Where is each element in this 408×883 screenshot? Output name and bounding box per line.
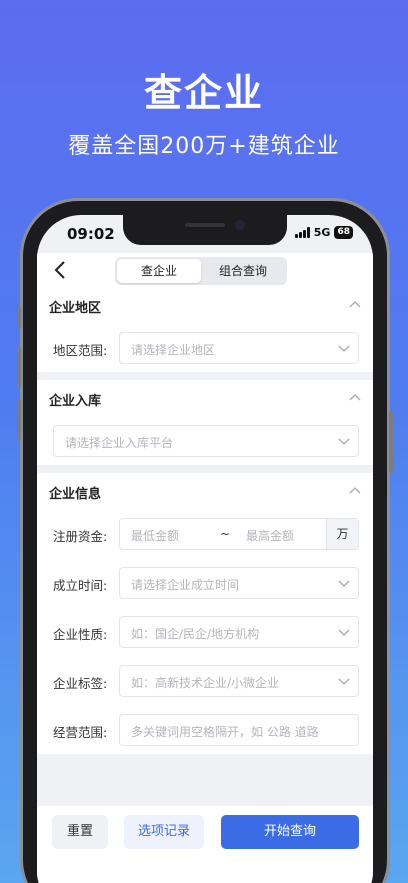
volume-down-button bbox=[17, 399, 21, 441]
section-storage: 企业入库 请选择企业入库平台 bbox=[37, 380, 373, 465]
company-nature-select[interactable]: 如：国企/民企/地方机构 bbox=[119, 616, 359, 648]
section-header[interactable]: 企业地区 bbox=[37, 287, 373, 323]
nature-row: 企业性质: 如：国企/民企/地方机构 bbox=[37, 607, 373, 656]
chevron-down-icon bbox=[338, 438, 350, 445]
placeholder: 如：高新技术企业/小微企业 bbox=[131, 676, 280, 690]
camera bbox=[235, 220, 245, 230]
tab-combined-query[interactable]: 组合查询 bbox=[201, 259, 285, 283]
status-time: 09:02 bbox=[67, 225, 115, 243]
founded-date-select[interactable]: 请选择企业成立时间 bbox=[119, 567, 359, 599]
company-tags-select[interactable]: 如：高新技术企业/小微企业 bbox=[119, 665, 359, 697]
network-type: 5G bbox=[313, 226, 331, 239]
founded-row: 成立时间: 请选择企业成立时间 bbox=[37, 558, 373, 607]
chevron-up-icon[interactable] bbox=[349, 485, 361, 495]
history-button[interactable]: 选项记录 bbox=[124, 815, 204, 849]
field-label: 经营范围: bbox=[53, 725, 108, 740]
range-separator: ~ bbox=[220, 527, 231, 541]
search-button[interactable]: 开始查询 bbox=[221, 815, 359, 849]
chevron-up-icon[interactable] bbox=[349, 299, 361, 309]
promo-title: 查企业 bbox=[143, 71, 264, 115]
region-row: 地区范围: 请选择企业地区 bbox=[37, 323, 373, 372]
section-title: 企业信息 bbox=[49, 487, 102, 502]
signal-icon bbox=[294, 227, 310, 238]
region-select[interactable]: 请选择企业地区 bbox=[119, 332, 359, 364]
field-label: 注册资金: bbox=[53, 529, 108, 544]
segmented-control: 查企业 组合查询 bbox=[115, 257, 287, 285]
filter-form: 企业地区 地区范围: 请选择企业地区 企业入库 请选择企业入库平台 企业信息 注… bbox=[37, 287, 373, 762]
field-label: 成立时间: bbox=[53, 578, 108, 593]
field-label: 企业标签: bbox=[53, 676, 108, 691]
section-title: 企业地区 bbox=[49, 301, 102, 316]
screen: 09:02 5G 68 查企业 组合查询 企业地区 地区范围: 请选择企业地区 … bbox=[37, 215, 373, 883]
chevron-down-icon bbox=[338, 580, 350, 587]
chevron-down-icon bbox=[338, 678, 350, 685]
action-bar: 重置 选项记录 开始查询 bbox=[37, 806, 373, 883]
volume-up-button bbox=[17, 346, 21, 388]
field-label: 企业性质: bbox=[53, 627, 108, 642]
section-info: 企业信息 注册资金: 最低金额 ~ 最高金额 万 成立时间: 请选择企业成立时间 bbox=[37, 473, 373, 754]
phone-frame: 09:02 5G 68 查企业 组合查询 企业地区 地区范围: 请选择企业地区 … bbox=[17, 198, 393, 883]
placeholder: 请选择企业地区 bbox=[131, 343, 216, 357]
nav-bar: 查企业 组合查询 bbox=[37, 253, 373, 287]
placeholder: 多关键词用空格隔开，如 公路 道路 bbox=[131, 725, 319, 739]
min-capital-input[interactable]: 最低金额 bbox=[131, 527, 179, 544]
power-button bbox=[389, 411, 393, 473]
capital-row: 注册资金: 最低金额 ~ 最高金额 万 bbox=[37, 509, 373, 558]
battery-icon: 68 bbox=[334, 226, 353, 239]
status-indicators: 5G 68 bbox=[294, 226, 353, 239]
tab-company-search[interactable]: 查企业 bbox=[117, 259, 201, 283]
max-capital-input[interactable]: 最高金额 bbox=[246, 527, 294, 544]
storage-platform-select[interactable]: 请选择企业入库平台 bbox=[53, 425, 359, 457]
capital-range-input[interactable]: 最低金额 ~ 最高金额 万 bbox=[119, 518, 359, 550]
field-label: 地区范围: bbox=[53, 343, 108, 358]
placeholder: 请选择企业入库平台 bbox=[65, 436, 174, 450]
section-region: 企业地区 地区范围: 请选择企业地区 bbox=[37, 287, 373, 372]
section-header[interactable]: 企业信息 bbox=[37, 473, 373, 509]
chevron-down-icon bbox=[338, 345, 350, 352]
placeholder: 请选择企业成立时间 bbox=[131, 578, 240, 592]
section-header[interactable]: 企业入库 bbox=[37, 380, 373, 416]
chevron-down-icon bbox=[338, 629, 350, 636]
section-title: 企业入库 bbox=[49, 394, 102, 409]
placeholder: 如：国企/民企/地方机构 bbox=[131, 627, 260, 641]
back-icon[interactable] bbox=[51, 259, 71, 281]
scope-row: 经营范围: 多关键词用空格隔开，如 公路 道路 bbox=[37, 705, 373, 754]
business-scope-input[interactable]: 多关键词用空格隔开，如 公路 道路 bbox=[119, 714, 359, 746]
reset-button[interactable]: 重置 bbox=[52, 815, 108, 849]
speaker bbox=[185, 223, 225, 227]
unit-label: 万 bbox=[326, 519, 358, 549]
storage-row: 请选择企业入库平台 bbox=[37, 416, 373, 465]
tags-row: 企业标签: 如：高新技术企业/小微企业 bbox=[37, 656, 373, 705]
mute-switch bbox=[17, 306, 21, 328]
promo-subtitle: 覆盖全国200万+建筑企业 bbox=[68, 134, 340, 159]
notch bbox=[123, 215, 287, 245]
chevron-up-icon[interactable] bbox=[349, 392, 361, 402]
